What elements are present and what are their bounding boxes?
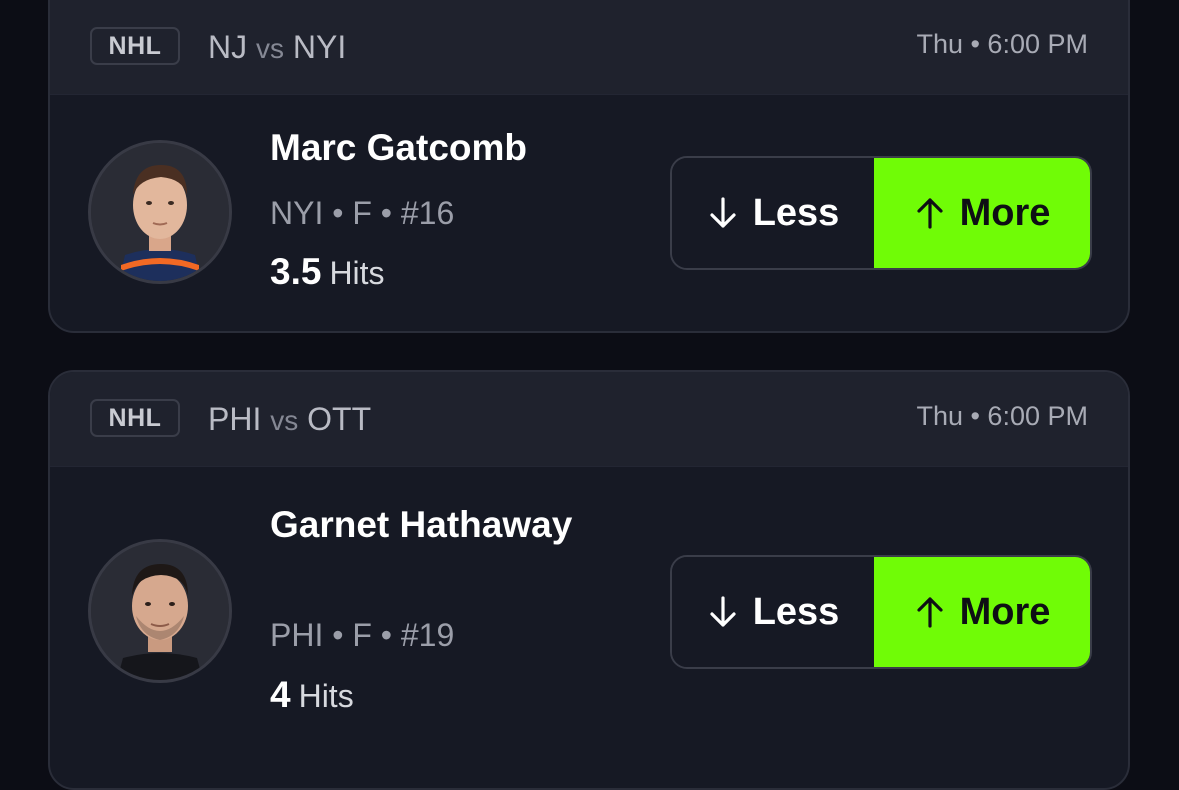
card-header: NHL PHI vs OTT Thu • 6:00 PM xyxy=(50,372,1128,467)
matchup: PHI vs OTT xyxy=(208,401,371,438)
arrow-down-icon xyxy=(710,197,736,228)
less-button[interactable]: Less xyxy=(672,158,874,268)
more-label: More xyxy=(959,590,1051,633)
matchup: NJ vs NYI xyxy=(208,29,346,66)
arrow-up-icon xyxy=(916,198,943,229)
projection-line: 3.5 Hits xyxy=(270,251,385,293)
card-header: NHL NJ vs NYI Thu • 6:00 PM xyxy=(50,0,1128,95)
line-value: 4 xyxy=(270,674,291,715)
less-button[interactable]: Less xyxy=(672,557,874,667)
projection-card[interactable]: NHL PHI vs OTT Thu • 6:00 PM Garnet Hath xyxy=(48,370,1130,790)
league-badge: NHL xyxy=(90,27,180,65)
more-button[interactable]: More xyxy=(874,557,1090,667)
pick-toggle: Less More xyxy=(670,156,1092,270)
arrow-down-icon xyxy=(710,596,736,627)
projection-line: 4 Hits xyxy=(270,674,354,716)
stat-label: Hits xyxy=(329,255,385,291)
arrow-up-icon xyxy=(916,597,943,628)
player-name: Marc Gatcomb xyxy=(270,127,528,168)
vs-label: vs xyxy=(270,405,299,436)
player-meta: PHI • F • #19 xyxy=(270,617,455,653)
pick-toggle: Less More xyxy=(670,555,1092,669)
team-away: PHI xyxy=(208,401,262,437)
team-home: OTT xyxy=(307,401,372,437)
more-button[interactable]: More xyxy=(874,158,1090,268)
league-badge: NHL xyxy=(90,399,180,437)
player-name: Garnet Hathaway xyxy=(270,504,573,545)
less-label: Less xyxy=(752,590,840,633)
player-meta: NYI • F • #16 xyxy=(270,195,455,231)
player-avatar xyxy=(88,140,232,284)
line-value: 3.5 xyxy=(270,251,322,292)
team-home: NYI xyxy=(292,29,347,65)
less-label: Less xyxy=(752,191,840,234)
more-label: More xyxy=(959,191,1051,234)
player-avatar xyxy=(88,539,232,683)
projection-card[interactable]: NHL NJ vs NYI Thu • 6:00 PM Marc Gatcomb… xyxy=(48,0,1130,333)
game-time: Thu • 6:00 PM xyxy=(916,29,1088,59)
stat-label: Hits xyxy=(298,678,354,714)
game-time: Thu • 6:00 PM xyxy=(916,401,1088,431)
team-away: NJ xyxy=(208,29,248,65)
vs-label: vs xyxy=(256,33,284,64)
